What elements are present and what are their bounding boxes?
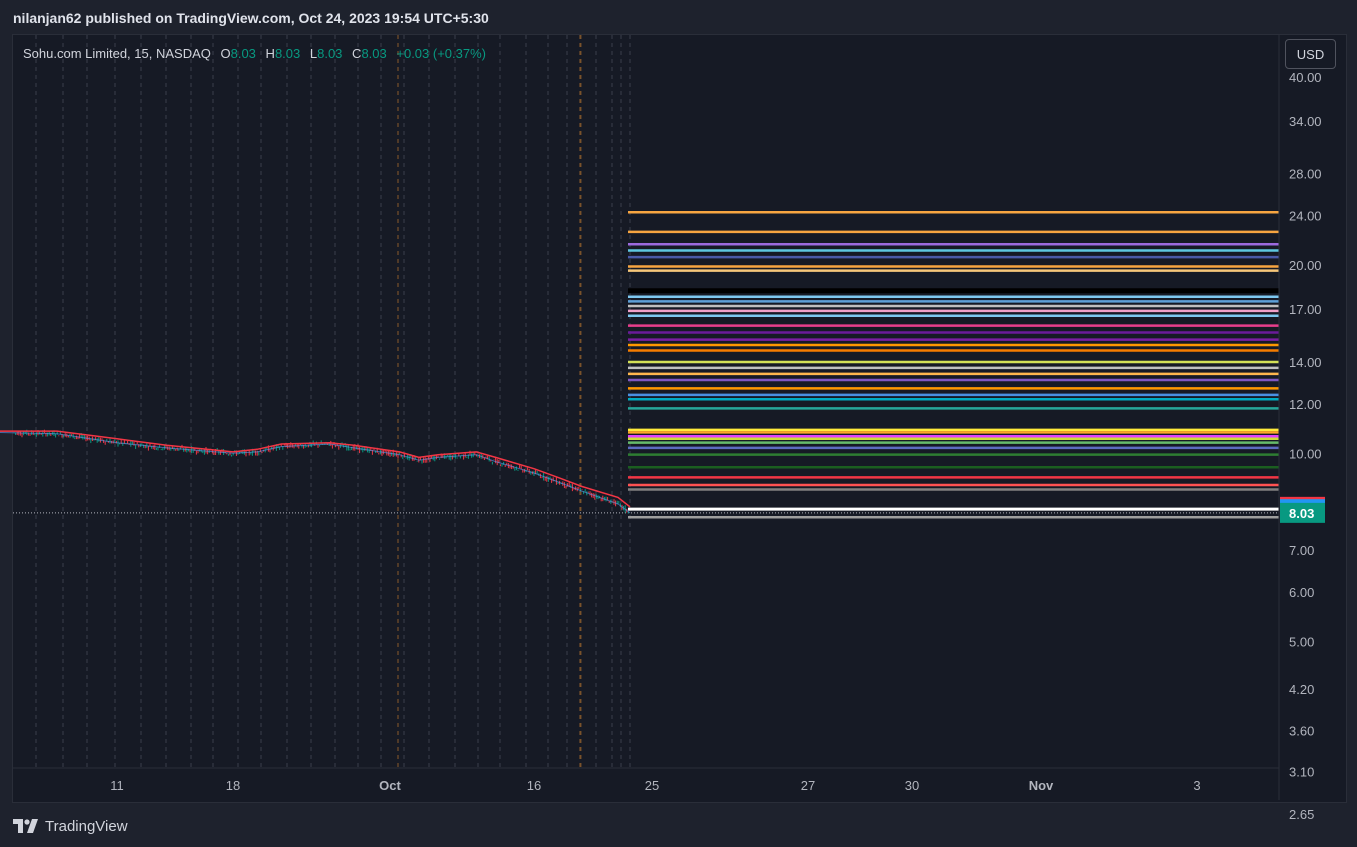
low-value: 8.03 bbox=[317, 46, 343, 61]
y-tick-label: 14.00 bbox=[1289, 355, 1322, 370]
change-value: +0.03 (+0.37%) bbox=[396, 46, 486, 61]
y-tick-label: 4.20 bbox=[1289, 682, 1314, 697]
currency-button[interactable]: USD bbox=[1285, 39, 1336, 69]
x-tick-label: 11 bbox=[110, 778, 124, 793]
y-tick-label: 10.00 bbox=[1289, 446, 1322, 461]
x-tick-label: 18 bbox=[226, 778, 240, 793]
y-tick-label: 7.00 bbox=[1289, 543, 1314, 558]
footer: TradingView bbox=[13, 815, 128, 837]
y-tick-label: 17.00 bbox=[1289, 302, 1322, 317]
y-tick-label: 2.65 bbox=[1289, 807, 1314, 822]
symbol-legend: Sohu.com Limited, 15, NASDAQ O8.03 H8.03… bbox=[23, 46, 486, 61]
y-tick-label: 24.00 bbox=[1289, 209, 1322, 224]
close-value: 8.03 bbox=[361, 46, 387, 61]
y-tick-label: 5.00 bbox=[1289, 635, 1314, 650]
price-badge-label: 8.03 bbox=[1289, 506, 1314, 521]
x-tick-label: 30 bbox=[905, 778, 919, 793]
x-tick-label: 25 bbox=[645, 778, 659, 793]
y-tick-label: 40.00 bbox=[1289, 70, 1322, 85]
y-tick-label: 34.00 bbox=[1289, 114, 1322, 129]
y-tick-label: 28.00 bbox=[1289, 167, 1322, 182]
y-tick-label: 12.00 bbox=[1289, 397, 1322, 412]
open-value: 8.03 bbox=[230, 46, 256, 61]
open-label: O bbox=[220, 46, 231, 61]
tradingview-logo-icon bbox=[13, 819, 38, 833]
high-value: 8.03 bbox=[274, 46, 301, 61]
x-tick-label: 27 bbox=[801, 778, 815, 793]
symbol-name: Sohu.com Limited, 15, NASDAQ bbox=[23, 46, 211, 61]
price-chart[interactable]: 40.00 34.00 28.00 24.00 20.00 17.00 14.00 12.00… bbox=[0, 0, 1357, 847]
y-tick-label: 20.00 bbox=[1289, 258, 1322, 273]
y-tick-label: 3.60 bbox=[1289, 724, 1314, 739]
y-tick-label: 3.10 bbox=[1289, 764, 1314, 779]
footer-brand: TradingView bbox=[45, 817, 128, 835]
x-tick-label: Nov bbox=[1029, 778, 1054, 793]
x-tick-label: Oct bbox=[379, 778, 401, 793]
x-tick-label: 3 bbox=[1193, 778, 1200, 793]
x-tick-label: 16 bbox=[527, 778, 541, 793]
y-tick-label: 6.00 bbox=[1289, 585, 1314, 600]
high-label: H bbox=[265, 46, 275, 61]
moving-average-line bbox=[0, 430, 631, 508]
